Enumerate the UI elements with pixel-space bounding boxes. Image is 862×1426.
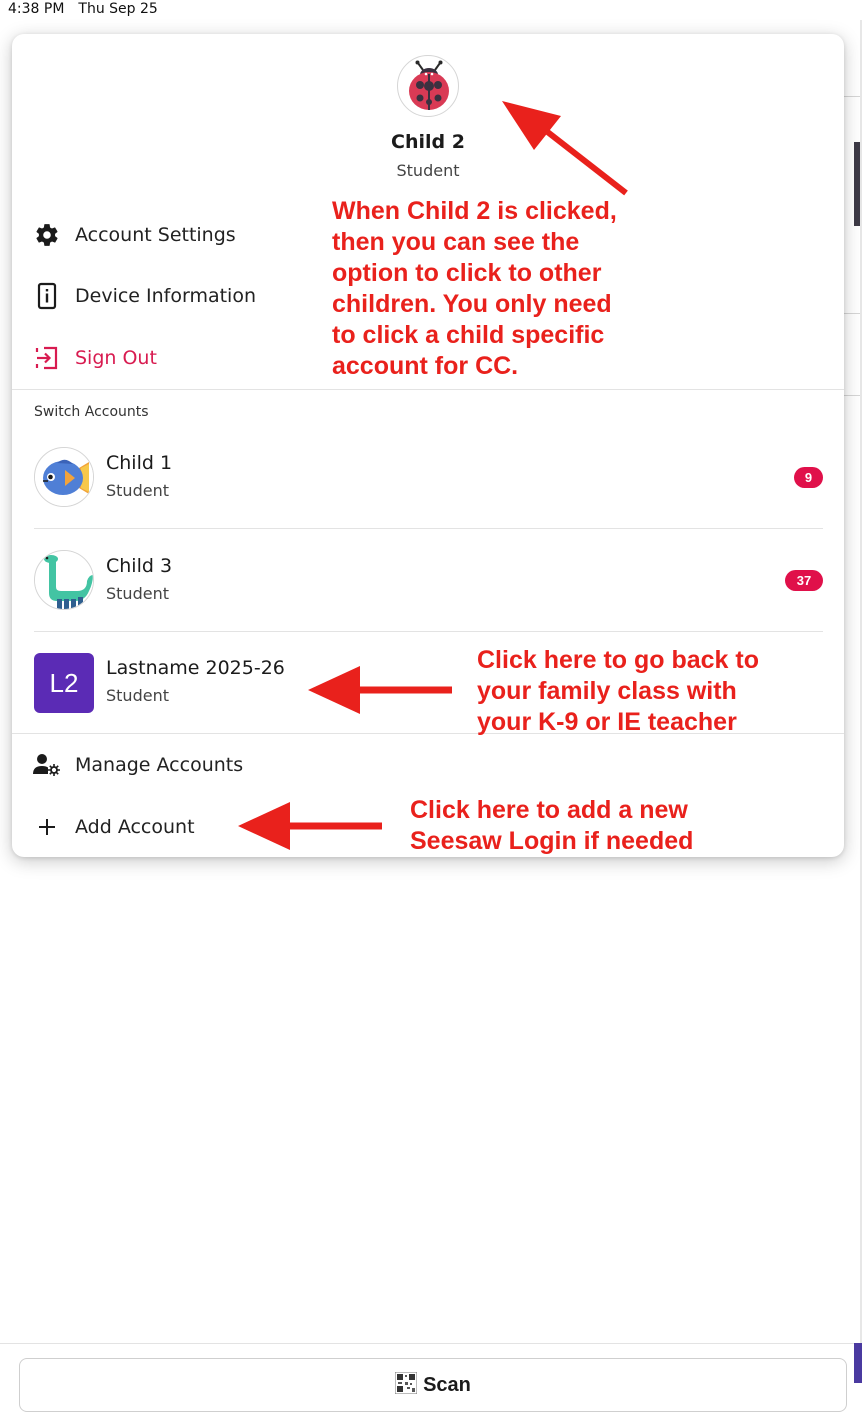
account-name: Lastname 2025-26 bbox=[106, 657, 285, 679]
account-name: Child 3 bbox=[106, 555, 173, 577]
profile-name: Child 2 bbox=[391, 131, 465, 153]
background-divider bbox=[842, 313, 862, 314]
account-role: Student bbox=[106, 584, 169, 603]
notification-badge: 9 bbox=[794, 467, 823, 488]
manage-accounts-item[interactable]: Manage Accounts bbox=[32, 743, 243, 787]
scan-button[interactable]: Scan bbox=[19, 1358, 847, 1412]
status-bar: 4:38 PM Thu Sep 25 bbox=[0, 0, 862, 20]
manage-accounts-icon bbox=[32, 750, 62, 780]
account-role: Student bbox=[106, 686, 169, 705]
device-information-item[interactable]: Device Information bbox=[32, 274, 256, 318]
add-account-label: Add Account bbox=[75, 816, 195, 838]
qr-code-icon bbox=[394, 1371, 418, 1398]
bottom-bar: Scan bbox=[0, 1343, 862, 1426]
switch-accounts-title: Switch Accounts bbox=[34, 404, 149, 420]
account-row-child-3[interactable]: Child 3 Student 37 bbox=[12, 537, 844, 640]
sign-out-icon bbox=[32, 343, 62, 373]
row-divider bbox=[34, 631, 823, 632]
annotation-add-login: Click here to add a new Seesaw Login if … bbox=[410, 796, 694, 855]
annotation-child2: When Child 2 is clicked, then you can se… bbox=[332, 197, 617, 380]
status-time: 4:38 PM bbox=[8, 1, 65, 17]
annotation-family-class: Click here to go back to your family cla… bbox=[477, 646, 760, 736]
manage-accounts-label: Manage Accounts bbox=[75, 754, 244, 776]
account-role: Student bbox=[106, 481, 169, 500]
background-edge bbox=[854, 1343, 862, 1383]
account-name: Child 1 bbox=[106, 452, 173, 474]
profile-role: Student bbox=[396, 161, 460, 180]
current-profile[interactable]: Child 2 Student bbox=[12, 34, 844, 184]
notification-badge: 37 bbox=[785, 570, 823, 591]
add-account-item[interactable]: Add Account bbox=[32, 805, 195, 849]
account-settings-item[interactable]: Account Settings bbox=[32, 213, 236, 257]
account-row-child-1[interactable]: Child 1 Student 9 bbox=[12, 434, 844, 537]
gear-icon bbox=[32, 220, 62, 250]
status-date: Thu Sep 25 bbox=[78, 1, 158, 17]
sign-out-item[interactable]: Sign Out bbox=[32, 336, 157, 380]
row-divider bbox=[34, 528, 823, 529]
device-information-label: Device Information bbox=[75, 285, 257, 307]
background-divider bbox=[842, 395, 862, 396]
ladybug-icon bbox=[397, 55, 459, 117]
plus-icon bbox=[32, 812, 62, 842]
sign-out-label: Sign Out bbox=[75, 347, 157, 369]
scan-label: Scan bbox=[423, 1373, 471, 1396]
device-info-icon bbox=[32, 281, 62, 311]
fish-icon bbox=[34, 447, 94, 507]
menu-divider bbox=[12, 389, 844, 390]
class-avatar: L2 bbox=[34, 653, 94, 713]
background-divider bbox=[842, 96, 862, 97]
account-settings-label: Account Settings bbox=[75, 224, 236, 246]
dinosaur-icon bbox=[34, 550, 94, 610]
